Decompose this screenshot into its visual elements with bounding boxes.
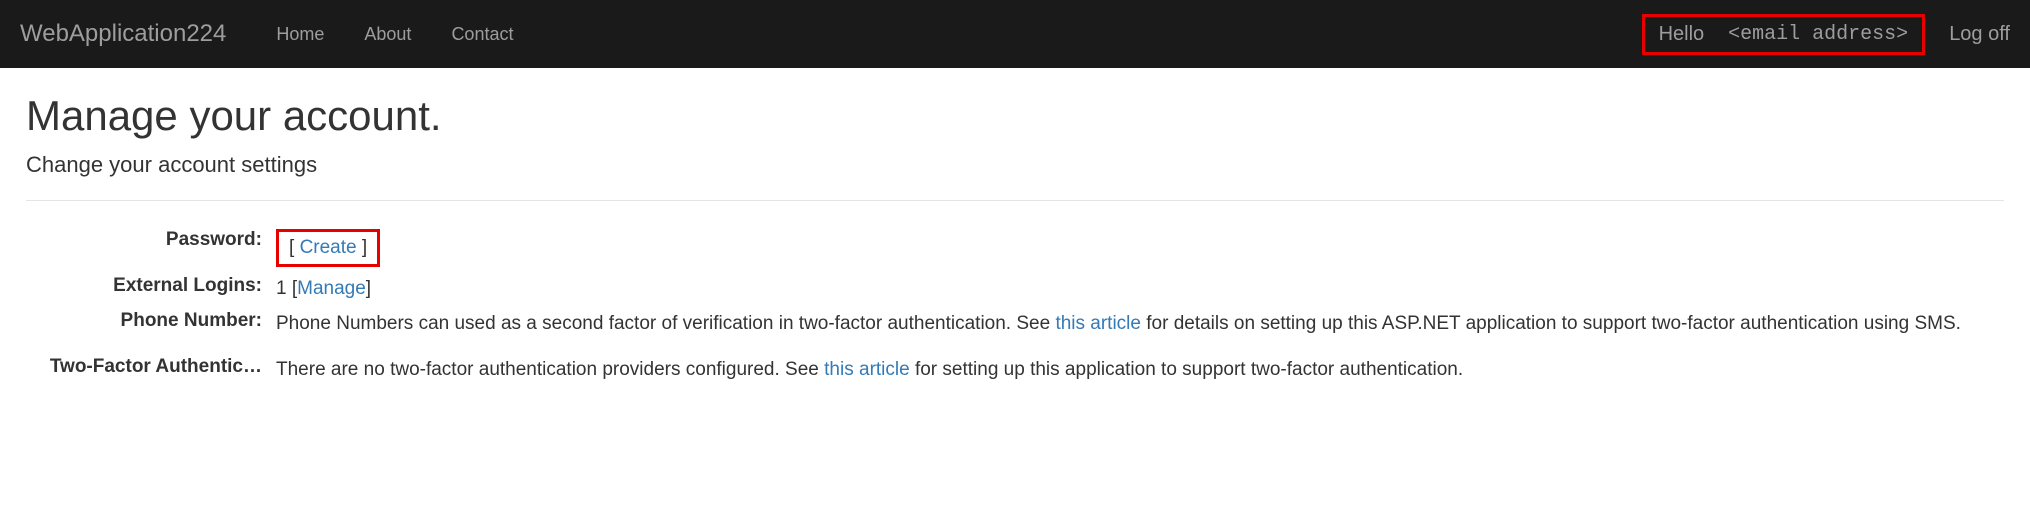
main-container: Manage your account. Change your account…: [0, 68, 2030, 415]
row-external-logins: External Logins: 1 [Manage]: [26, 275, 2004, 303]
navbar: WebApplication224 Home About Contact Hel…: [0, 0, 2030, 68]
navbar-right: Hello <email address> Log off: [1642, 14, 2010, 55]
row-twofactor: Two-Factor Authentic… There are no two-f…: [26, 356, 2004, 384]
external-login-count: 1 [: [276, 278, 297, 299]
hello-link[interactable]: Hello: [1659, 23, 1705, 46]
phone-text-after: for details on setting up this ASP.NET a…: [1141, 313, 1961, 334]
label-twofactor: Two-Factor Authentic…: [26, 356, 276, 378]
page-title: Manage your account.: [26, 92, 2004, 140]
user-email-placeholder: <email address>: [1728, 23, 1908, 46]
navbar-left: WebApplication224 Home About Contact: [20, 20, 533, 48]
divider: [26, 200, 2004, 201]
nav-about[interactable]: About: [364, 24, 411, 45]
value-twofactor: There are no two-factor authentication p…: [276, 356, 2004, 384]
value-external-logins: 1 [Manage]: [276, 275, 2004, 303]
logoff-link[interactable]: Log off: [1949, 23, 2010, 46]
external-login-suffix: ]: [366, 278, 371, 299]
navbar-brand[interactable]: WebApplication224: [20, 20, 226, 48]
bracket-close: ]: [357, 237, 368, 258]
create-password-link[interactable]: Create: [300, 237, 357, 258]
label-password: Password:: [26, 229, 276, 251]
nav-contact[interactable]: Contact: [451, 24, 513, 45]
create-highlight: [ Create ]: [276, 229, 380, 267]
value-phone: Phone Numbers can used as a second facto…: [276, 310, 1976, 338]
manage-external-logins-link[interactable]: Manage: [297, 278, 366, 299]
row-password: Password: [ Create ]: [26, 229, 2004, 267]
nav-home[interactable]: Home: [276, 24, 324, 45]
value-password: [ Create ]: [276, 229, 2004, 267]
phone-article-link[interactable]: this article: [1055, 313, 1141, 334]
twofactor-article-link[interactable]: this article: [824, 359, 910, 380]
phone-text-before: Phone Numbers can used as a second facto…: [276, 313, 1055, 334]
twofactor-text-after: for setting up this application to suppo…: [910, 359, 1463, 380]
page-subtitle: Change your account settings: [26, 152, 2004, 178]
twofactor-text-before: There are no two-factor authentication p…: [276, 359, 824, 380]
label-external-logins: External Logins:: [26, 275, 276, 297]
row-phone: Phone Number: Phone Numbers can used as …: [26, 310, 2004, 338]
label-phone: Phone Number:: [26, 310, 276, 332]
hello-user-highlight: Hello <email address>: [1642, 14, 1926, 55]
bracket-open: [: [289, 237, 300, 258]
